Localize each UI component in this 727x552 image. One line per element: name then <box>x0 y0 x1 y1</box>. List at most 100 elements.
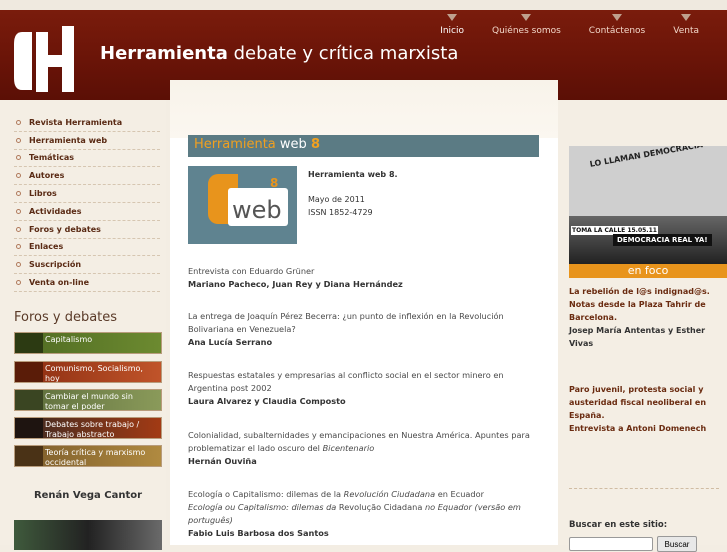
sidebar-item-label: Foros y debates <box>29 224 101 234</box>
cover-number: 8 <box>270 176 279 190</box>
sidebar-item-revista[interactable]: Revista Herramienta <box>14 114 160 132</box>
left-nav: Revista Herramienta Herramienta web Temá… <box>14 114 160 292</box>
article-header[interactable]: Herramienta web 8 <box>188 135 539 157</box>
banner-capitalismo[interactable]: Capitalismo <box>14 332 162 354</box>
en-foco-item[interactable]: Paro juvenil, protesta social y austerid… <box>569 383 719 435</box>
sidebar-item-libros[interactable]: Libros <box>14 185 160 203</box>
bullet-icon <box>16 155 21 161</box>
banner-thumb <box>15 446 43 466</box>
bullet-icon <box>16 244 21 250</box>
nav-label: Venta <box>673 26 699 36</box>
en-foco-item-title[interactable]: La rebelión de l@s indignad@s. Notas des… <box>569 285 719 324</box>
banner-label: Comunismo, Socialismo, hoy <box>45 364 143 383</box>
banner-trabajo[interactable]: Debates sobre trabajo / Trabajo abstract… <box>14 417 162 439</box>
search-button[interactable]: Buscar <box>657 536 697 552</box>
bullet-icon <box>16 119 21 125</box>
search-label: Buscar en este sitio: <box>569 520 668 530</box>
main-top-fade <box>170 80 558 138</box>
nav-marker-icon <box>521 14 532 21</box>
nav-label: Quiénes somos <box>492 26 561 36</box>
en-foco-image[interactable]: LO LLAMAN DEMOCRACIA TOMA LA CALLE 15.05… <box>569 146 727 264</box>
sidebar-item-label: Suscripción <box>29 260 82 270</box>
search-input[interactable] <box>569 537 653 551</box>
entry-author: Fabio Luis Barbosa dos Santos <box>188 528 329 538</box>
article-entry[interactable]: Ecología o Capitalismo: dilemas de la Re… <box>188 488 538 540</box>
entry-title[interactable]: Ecología o Capitalismo: dilemas de la Re… <box>188 488 538 501</box>
banner-thumb <box>15 390 43 410</box>
article-entry[interactable]: Entrevista con Eduardo Grüner Mariano Pa… <box>188 265 538 291</box>
nav-marker-icon <box>447 14 458 21</box>
nav-marker-icon <box>681 14 692 21</box>
nav-quienes-somos[interactable]: Quiénes somos <box>478 14 575 48</box>
sidebar-item-suscripcion[interactable]: Suscripción <box>14 256 160 275</box>
bullet-icon <box>16 191 21 197</box>
banner-thumb <box>15 333 43 353</box>
entry-title-italic: Bicentenario <box>322 443 375 453</box>
banner-label: Teoría crítica y marxismo occidental <box>45 448 146 467</box>
banner-thumb <box>15 362 43 382</box>
issue-info: Herramienta web 8. Mayo de 2011 ISSN 185… <box>308 168 398 219</box>
sidebar-item-label: Temáticas <box>29 153 75 163</box>
entry-author: Laura Alvarez y Claudia Composto <box>188 396 346 406</box>
banner-label: Debates sobre trabajo / Trabajo abstract… <box>45 420 140 439</box>
entry-author: Mariano Pacheco, Juan Rey y Diana Hernán… <box>188 279 403 289</box>
article-entry[interactable]: La entrega de Joaquín Pérez Becerra: ¿un… <box>188 310 538 349</box>
entry-title-text: en Ecuador <box>435 489 484 499</box>
sidebar-item-enlaces[interactable]: Enlaces <box>14 239 160 257</box>
featured-author-image[interactable] <box>14 520 162 550</box>
sidebar-item-label: Venta on-line <box>29 278 89 288</box>
site-title[interactable]: Herramienta debate y crítica marxista <box>100 43 458 64</box>
nav-label: Contáctenos <box>588 26 646 36</box>
entry-title-text: Ecología o Capitalismo: dilemas de la <box>188 489 344 499</box>
article-entry[interactable]: Respuestas estatales y empresarias al co… <box>188 369 538 408</box>
header-number: 8 <box>310 137 320 152</box>
cover-word: web <box>232 196 282 224</box>
sidebar-item-label: Actividades <box>29 206 82 216</box>
top-strip <box>0 0 727 10</box>
en-foco-item-title[interactable]: Paro juvenil, protesta social y austerid… <box>569 383 719 422</box>
site-name: Herramienta <box>100 43 228 64</box>
bullet-icon <box>16 208 21 214</box>
entry-title[interactable]: Entrevista con Eduardo Grüner <box>188 265 538 278</box>
entry-title[interactable]: Respuestas estatales y empresarias al co… <box>188 369 538 395</box>
foros-heading: Foros y debates <box>14 310 118 325</box>
nav-label: Inicio <box>440 26 465 36</box>
sidebar-item-label: Revista Herramienta <box>29 117 123 127</box>
entry-title[interactable]: Colonialidad, subalternidades y emancipa… <box>188 429 538 455</box>
divider <box>569 488 719 489</box>
image-banner-text: LO LLAMAN DEMOCRACIA <box>589 146 704 169</box>
sidebar-item-label: Herramienta web <box>29 135 108 145</box>
bullet-icon <box>16 173 21 179</box>
featured-author[interactable]: Renán Vega Cantor <box>14 490 162 501</box>
en-foco-item-author: Josep María Antentas y Esther Vivas <box>569 326 706 348</box>
entry-subtitle[interactable]: Ecología ou Capitalismo: dilemas da Revo… <box>188 501 538 527</box>
article-entry[interactable]: Colonialidad, subalternidades y emancipa… <box>188 429 538 468</box>
sidebar-item-venta-online[interactable]: Venta on-line <box>14 274 160 292</box>
en-foco-item[interactable]: La rebelión de l@s indignad@s. Notas des… <box>569 285 719 350</box>
entry-title[interactable]: La entrega de Joaquín Pérez Becerra: ¿un… <box>188 310 538 336</box>
entry-author: Hernán Ouviña <box>188 456 257 466</box>
header-web: web <box>279 137 307 152</box>
sidebar-item-label: Libros <box>29 189 57 199</box>
en-foco-label[interactable]: en foco <box>569 264 727 278</box>
nav-venta[interactable]: Venta <box>659 14 713 48</box>
sidebar-item-tematicas[interactable]: Temáticas <box>14 150 160 168</box>
sidebar-item-autores[interactable]: Autores <box>14 167 160 186</box>
top-nav: Inicio Quiénes somos Contáctenos Venta <box>426 14 713 48</box>
site-tagline: debate y crítica marxista <box>233 43 459 64</box>
header-brand: Herramienta <box>194 137 276 152</box>
banner-cambiar-mundo[interactable]: Cambiar el mundo sin tomar el poder <box>14 389 162 411</box>
bullet-icon <box>16 262 21 268</box>
banner-comunismo[interactable]: Comunismo, Socialismo, hoy <box>14 361 162 383</box>
entry-subtitle-text: Revolução Cidadana <box>338 502 423 512</box>
sidebar-item-actividades[interactable]: Actividades <box>14 203 160 221</box>
issue-cover[interactable]: 8 web <box>188 166 297 244</box>
sidebar-item-foros[interactable]: Foros y debates <box>14 221 160 239</box>
site-logo[interactable] <box>14 22 84 96</box>
sidebar-item-herramienta-web[interactable]: Herramienta web <box>14 132 160 150</box>
banner-teoria-critica[interactable]: Teoría crítica y marxismo occidental <box>14 445 162 467</box>
entry-subtitle-italic: Ecología ou Capitalismo: dilemas da <box>188 502 339 512</box>
image-sign-text: DEMOCRACIA REAL YA! <box>613 234 712 246</box>
nav-contactenos[interactable]: Contáctenos <box>575 14 659 48</box>
entry-title-italic: Revolución Ciudadana <box>343 489 436 499</box>
